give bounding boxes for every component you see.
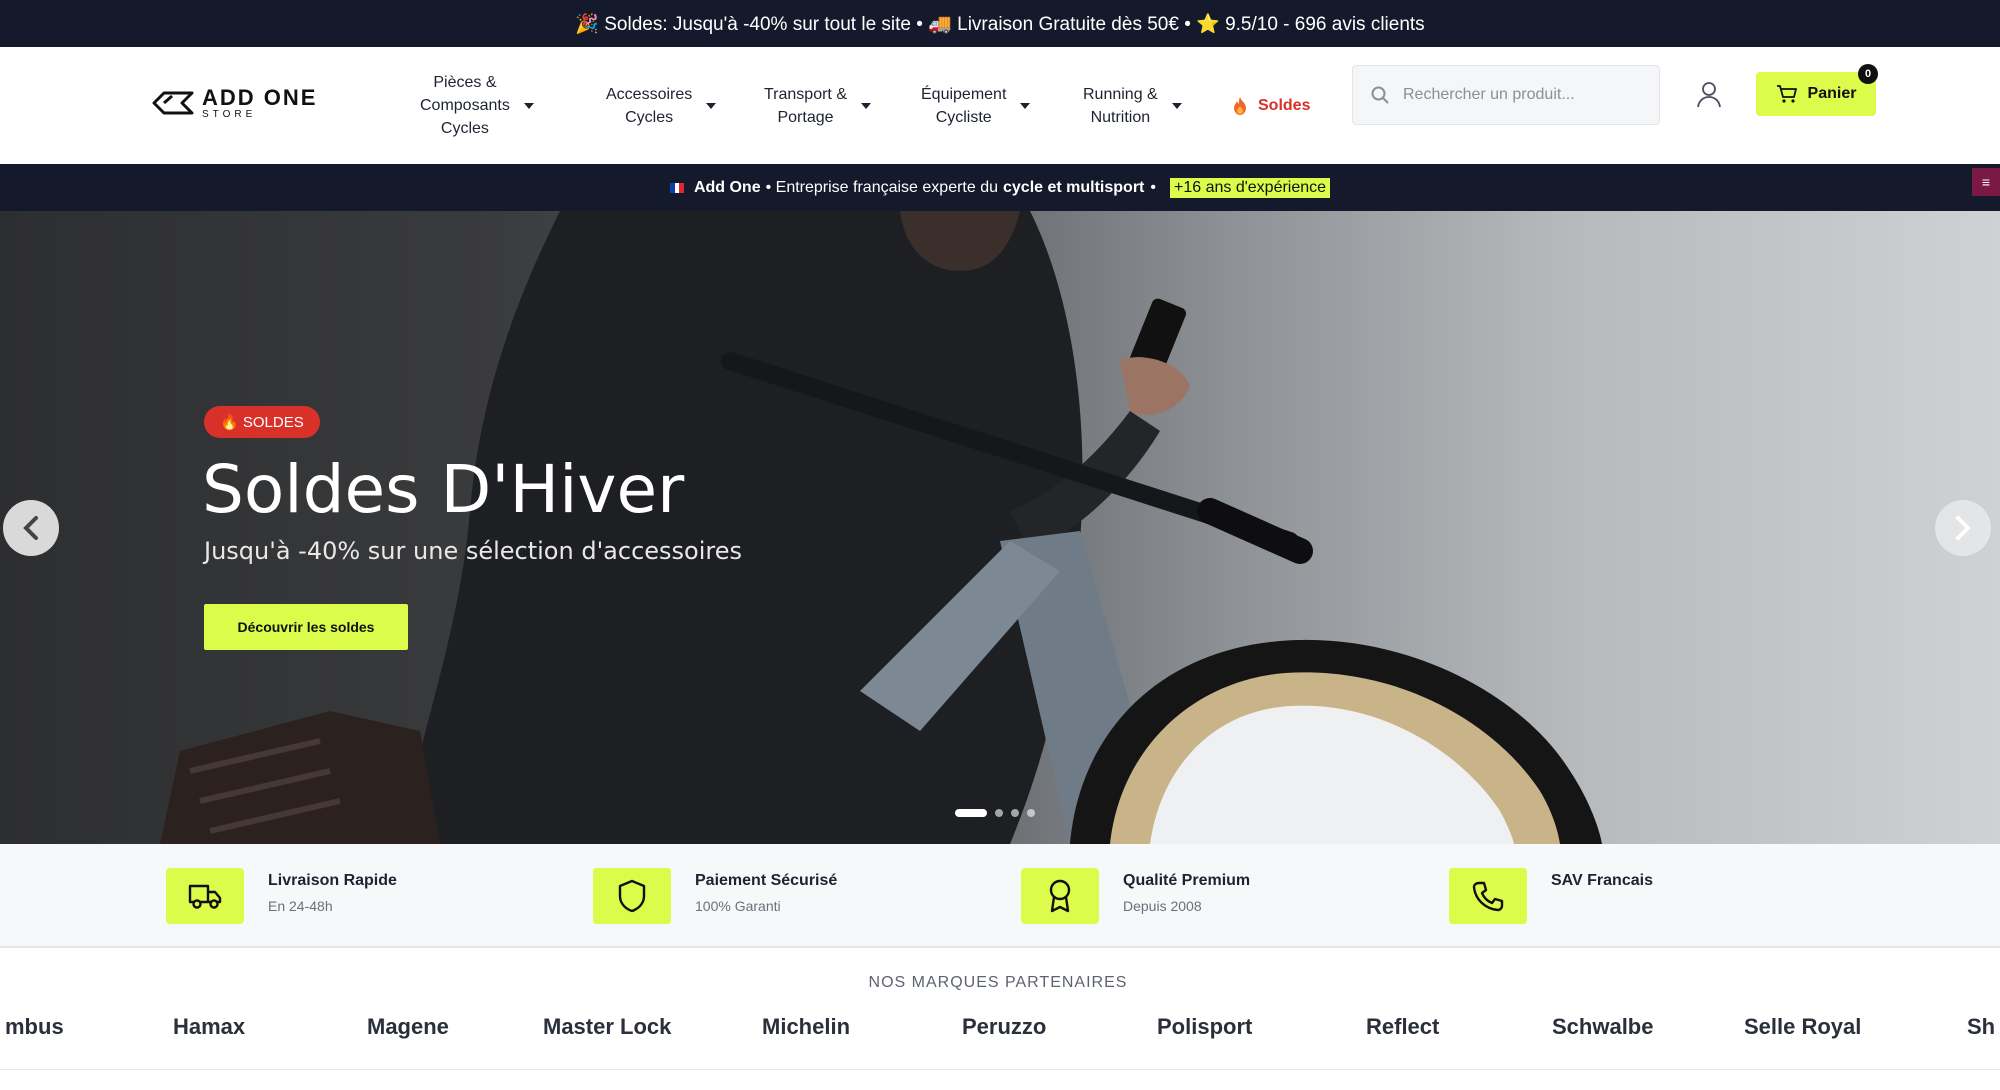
cart-button[interactable]: Panier 0 (1756, 64, 1878, 116)
feature-subtitle: En 24-48h (268, 898, 333, 914)
brand-logo[interactable]: mbus (5, 1014, 64, 1040)
nav-item-equipement[interactable]: Équipement Cycliste (921, 47, 1031, 164)
cart-label: Panier (1807, 85, 1857, 102)
brand-logo[interactable]: Hamax (173, 1014, 245, 1040)
partner-brands-section: NOS MARQUES PARTENAIRES mbus Hamax Magen… (0, 948, 2000, 1070)
discover-sales-button[interactable]: Découvrir les soldes (204, 604, 408, 650)
truck-icon (166, 868, 244, 924)
feature-title: SAV Francais (1551, 872, 1653, 889)
nav-label-line: Équipement (921, 85, 1007, 103)
chevron-down-icon (1020, 102, 1031, 109)
nav-label-line: Nutrition (1090, 108, 1151, 126)
brand-logo[interactable]: Polisport (1157, 1014, 1252, 1040)
french-flag-icon (669, 182, 684, 193)
user-icon[interactable] (1696, 80, 1722, 110)
feature-item: Livraison Rapide En 24-48h (166, 868, 397, 924)
award-icon (1021, 868, 1099, 924)
logo-icon (152, 91, 194, 115)
slider-dots (955, 809, 1043, 817)
search-icon (1371, 86, 1389, 104)
slider-prev-button[interactable] (3, 500, 59, 556)
nav-label-line: Transport & (764, 85, 847, 103)
search-box[interactable] (1352, 65, 1660, 125)
hero-title: Soldes D'Hiver (202, 451, 685, 528)
features-strip: Livraison Rapide En 24-48h Paiement Sécu… (0, 844, 2000, 948)
chevron-down-icon (523, 102, 534, 109)
brand-logo[interactable]: Schwalbe (1552, 1014, 1653, 1040)
feature-item: Paiement Sécurisé 100% Garanti (593, 868, 837, 924)
fire-icon (1234, 96, 1246, 115)
info-separator: • (1150, 178, 1156, 196)
chevron-down-icon (1171, 102, 1182, 109)
brand-logo[interactable]: Peruzzo (962, 1014, 1046, 1040)
nav-item-transport[interactable]: Transport & Portage (764, 47, 871, 164)
nav-label-line: Accessoires (606, 85, 693, 103)
shield-icon (593, 868, 671, 924)
announcement-bar: 🎉 Soldes: Jusqu'à -40% sur tout le site … (0, 0, 2000, 47)
nav-item-pieces-composants[interactable]: Pièces & Composants Cycles (420, 47, 534, 164)
nav-label-line: Composants (420, 97, 510, 114)
side-menu-tab[interactable]: ≡ (1972, 168, 2000, 196)
nav-label-line: Portage (777, 108, 834, 126)
site-header: ADD ONE STORE Pièces & Composants Cycles… (0, 47, 2000, 164)
logo[interactable]: ADD ONE STORE (152, 77, 317, 129)
brand-logo[interactable]: Michelin (762, 1014, 850, 1040)
feature-subtitle: 100% Garanti (695, 898, 781, 914)
slider-dot[interactable] (1027, 809, 1035, 817)
slider-dot[interactable] (955, 809, 987, 817)
hero-subtitle: Jusqu'à -40% sur une sélection d'accesso… (204, 537, 742, 565)
brand-logo[interactable]: Magene (367, 1014, 449, 1040)
nav-label-line: Running & (1083, 85, 1158, 103)
nav-item-accessoires[interactable]: Accessoires Cycles (606, 47, 717, 164)
nav-item-running[interactable]: Running & Nutrition (1083, 47, 1182, 164)
info-highlight: +16 ans d'expérience (1169, 177, 1331, 198)
slider-next-button[interactable] (1935, 500, 1991, 556)
nav-label-line: Cycles (440, 120, 489, 137)
feature-subtitle: Depuis 2008 (1123, 898, 1202, 914)
announcement-text: 🎉 Soldes: Jusqu'à -40% sur tout le site … (575, 13, 1425, 35)
cart-icon (1776, 85, 1797, 103)
info-bold: cycle et multisport (1003, 178, 1145, 196)
phone-icon (1449, 868, 1527, 924)
info-brand: Add One (693, 178, 761, 196)
slider-dot[interactable] (995, 809, 1003, 817)
brand-logo[interactable]: Sh (1967, 1014, 1995, 1040)
brand-logo[interactable]: Master Lock (543, 1014, 671, 1040)
chevron-down-icon (706, 102, 717, 109)
cart-count-badge: 0 (1858, 64, 1878, 84)
logo-sub-text: STORE (202, 108, 257, 120)
nav-label-line: Pièces & (433, 74, 497, 91)
feature-title: Livraison Rapide (268, 872, 397, 889)
brand-logo[interactable]: Selle Royal (1744, 1014, 1861, 1040)
nav-label-line: Cycliste (935, 108, 992, 126)
logo-main-text: ADD ONE (202, 84, 318, 110)
brand-logo[interactable]: Reflect (1366, 1014, 1439, 1040)
hero-slider: 🔥 SOLDES Soldes D'Hiver Jusqu'à -40% sur… (0, 211, 2000, 844)
chevron-right-icon (1956, 516, 1971, 540)
nav-soldes-label: Soldes (1258, 97, 1311, 114)
search-input[interactable] (1403, 86, 1643, 104)
nav-item-soldes[interactable]: Soldes (1232, 47, 1310, 164)
chevron-down-icon (861, 102, 871, 109)
chevron-left-icon (23, 516, 38, 540)
info-bar: Add One • Entreprise française experte d… (0, 164, 2000, 211)
sale-badge: 🔥 SOLDES (204, 406, 320, 438)
feature-item: SAV Francais (1449, 868, 1653, 924)
info-text: • Entreprise française experte du (765, 178, 998, 196)
feature-title: Paiement Sécurisé (695, 872, 838, 889)
slider-dot[interactable] (1011, 809, 1019, 817)
nav-label-line: Cycles (625, 108, 674, 126)
feature-title: Qualité Premium (1123, 872, 1251, 889)
brands-title: NOS MARQUES PARTENAIRES (868, 974, 1128, 991)
feature-item: Qualité Premium Depuis 2008 (1021, 868, 1250, 924)
